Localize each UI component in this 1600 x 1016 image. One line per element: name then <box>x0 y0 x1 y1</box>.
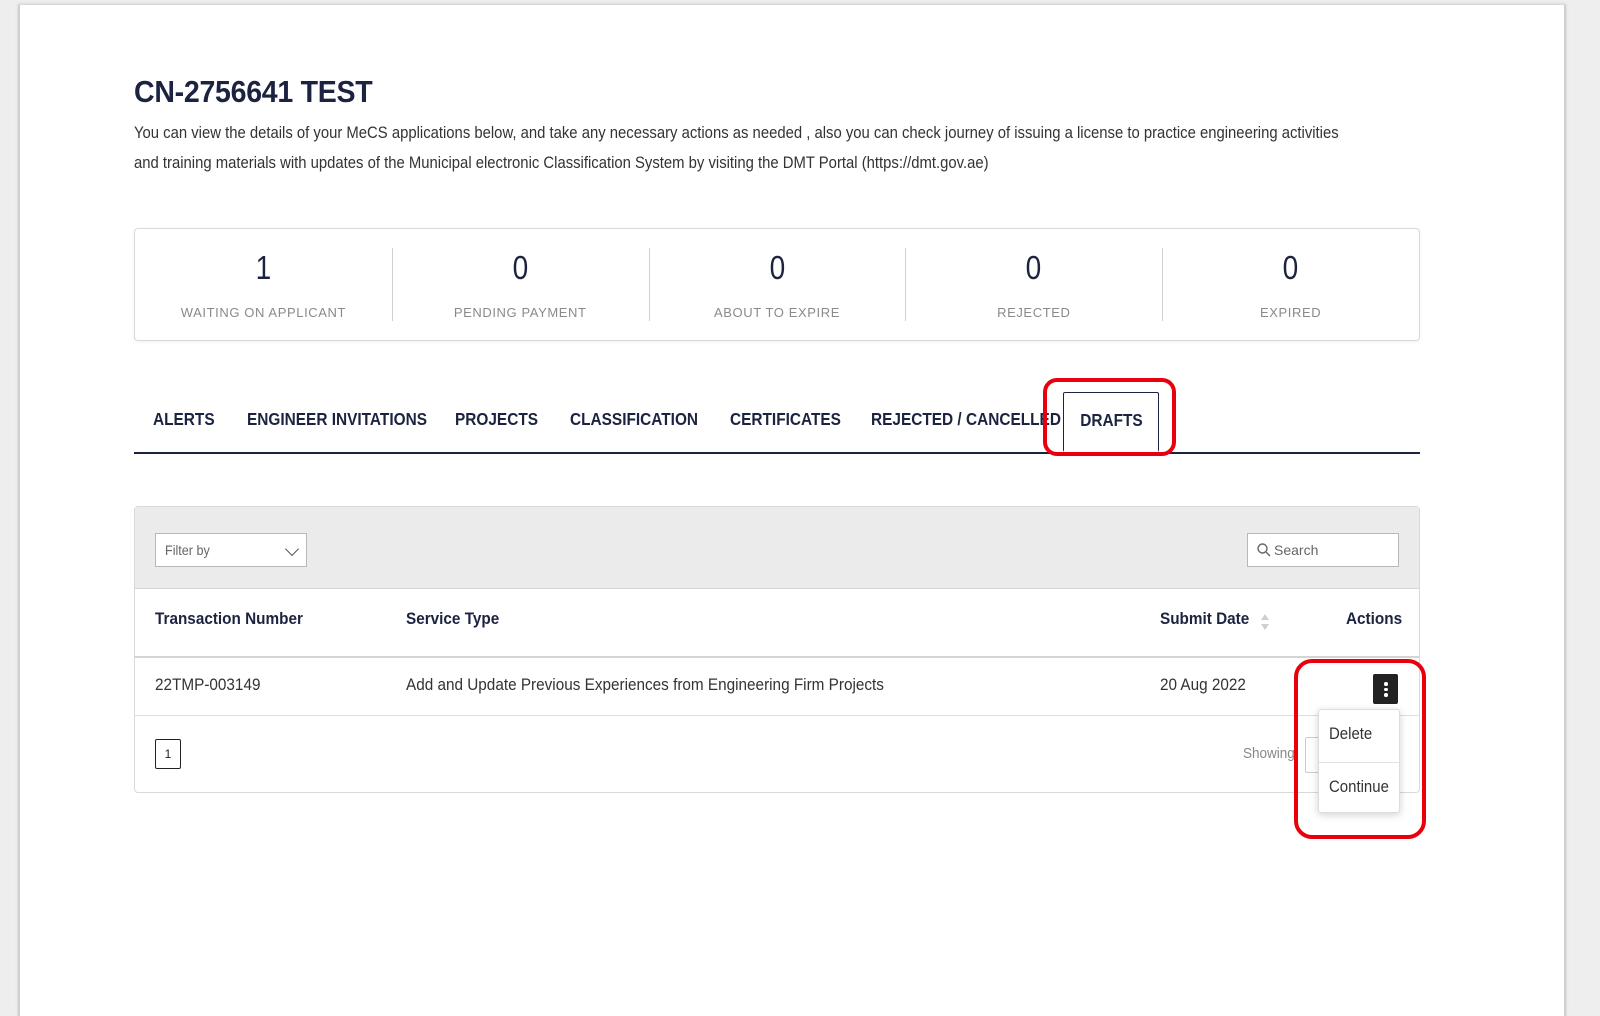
pagination-page-1[interactable]: 1 <box>155 739 181 769</box>
tab-classification[interactable]: CLASSIFICATION <box>570 386 698 452</box>
col-actions: Actions <box>1346 609 1403 628</box>
showing-entries-text: Showing <box>1243 745 1295 762</box>
tab-certificates[interactable]: CERTIFICATES <box>730 386 841 452</box>
menu-item-delete[interactable]: Delete <box>1319 710 1399 761</box>
stat-label: REJECTED <box>997 305 1071 320</box>
tab-alerts[interactable]: ALERTS <box>153 386 215 452</box>
row-actions-button[interactable] <box>1373 674 1398 704</box>
table-toolbar: Filter by <box>135 507 1419 589</box>
stat-label: ABOUT TO EXPIRE <box>713 305 841 320</box>
drafts-table-panel: Filter by Transaction Number Service Typ… <box>134 506 1420 793</box>
stat-value: 0 <box>512 249 528 286</box>
menu-item-continue-label: Continue <box>1329 777 1389 796</box>
stat-label: WAITING ON APPLICANT <box>180 305 347 320</box>
stat-label: EXPIRED <box>1259 305 1322 320</box>
chevron-down-icon <box>284 541 300 557</box>
stat-about-to-expire[interactable]: 0 ABOUT TO EXPIRE <box>648 229 906 340</box>
header-divider <box>135 656 1419 658</box>
tab-drafts-label: DRAFTS <box>1079 410 1143 430</box>
page-title: CN-2756641 TEST <box>134 74 373 109</box>
row-action-menu: Delete Continue <box>1318 709 1400 813</box>
search-input[interactable] <box>1274 534 1392 566</box>
menu-item-delete-label: Delete <box>1329 724 1373 743</box>
cell-submit-date: 20 Aug 2022 <box>1160 675 1246 694</box>
menu-item-continue[interactable]: Continue <box>1319 762 1399 814</box>
sort-icon[interactable] <box>1260 613 1270 631</box>
tab-drafts[interactable]: DRAFTS <box>1063 392 1159 452</box>
filter-placeholder: Filter by <box>165 542 210 558</box>
cell-service-type: Add and Update Previous Experiences from… <box>406 675 884 694</box>
stat-value: 0 <box>1025 249 1042 286</box>
tab-engineer-invitations[interactable]: ENGINEER INVITATIONS <box>247 386 427 452</box>
stat-waiting-on-applicant[interactable]: 1 WAITING ON APPLICANT <box>135 229 392 340</box>
tab-bar: ALERTS ENGINEER INVITATIONS PROJECTS CLA… <box>134 386 1420 454</box>
stat-rejected[interactable]: 0 REJECTED <box>905 229 1162 340</box>
stat-value: 0 <box>1282 249 1299 286</box>
stats-summary: 1 WAITING ON APPLICANT 0 PENDING PAYMENT… <box>134 228 1420 341</box>
page-description: You can view the details of your MeCS ap… <box>134 124 1339 172</box>
search-box <box>1247 533 1399 567</box>
tab-projects[interactable]: PROJECTS <box>455 386 538 452</box>
stat-pending-payment[interactable]: 0 PENDING PAYMENT <box>391 229 649 340</box>
stat-value: 1 <box>255 249 272 286</box>
cell-transaction-number: 22TMP-003149 <box>155 675 261 694</box>
col-service-type: Service Type <box>406 609 500 628</box>
col-transaction-number: Transaction Number <box>155 609 303 628</box>
filter-dropdown[interactable]: Filter by <box>155 533 307 567</box>
tab-rejected-cancelled[interactable]: REJECTED / CANCELLED <box>871 386 1061 452</box>
row-divider <box>135 715 1419 716</box>
stat-label: PENDING PAYMENT <box>453 305 587 320</box>
stat-value: 0 <box>769 249 785 286</box>
col-submit-date[interactable]: Submit Date <box>1160 609 1249 629</box>
search-icon <box>1257 543 1271 557</box>
stat-expired[interactable]: 0 EXPIRED <box>1162 229 1419 340</box>
